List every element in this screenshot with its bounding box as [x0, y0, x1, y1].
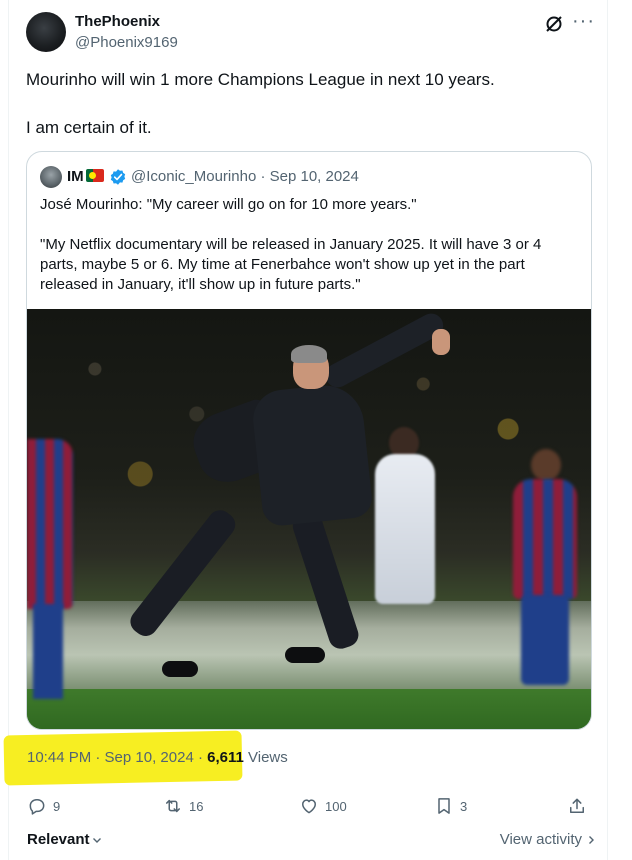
views-count: 6,611: [207, 749, 244, 766]
photo-player-barca-legs: [521, 595, 569, 685]
repost-count: 16: [189, 798, 204, 814]
photo-player-barca: [513, 479, 577, 599]
photo-runner-shoe: [162, 661, 198, 677]
verified-badge-icon: [110, 169, 126, 185]
quoted-paragraph: "My Netflix documentary will be released…: [40, 236, 546, 293]
action-bar: 9 16 100 3: [27, 796, 592, 820]
quoted-author-avatar: [40, 166, 62, 188]
photo-runner-hair: [291, 345, 327, 363]
photo-ad-board: [27, 601, 591, 691]
photo-player-barca-head: [531, 449, 561, 481]
portugal-flag-icon: [86, 169, 104, 182]
quoted-handle-date: @Iconic_Mourinho · Sep 10, 2024: [131, 168, 359, 185]
quoted-media-photo[interactable]: [27, 309, 591, 729]
views-label: Views: [243, 749, 288, 766]
quoted-tweet-card[interactable]: IM @Iconic_Mourinho · Sep 10, 2024 José …: [26, 151, 592, 730]
tweet-meta: 10:44 PM · Sep 10, 2024 · 6,611 Views: [27, 749, 288, 766]
bookmark-count: 3: [460, 798, 468, 814]
tweet-text: Mourinho will win 1 more Champions Leagu…: [26, 68, 586, 164]
tweet-paragraph: I am certain of it.: [26, 118, 152, 137]
photo-player-left: [27, 439, 73, 609]
sort-label: Relevant: [27, 831, 90, 848]
more-options-icon[interactable]: ···: [572, 11, 594, 34]
photo-runner-hand: [432, 329, 450, 355]
reply-icon: [29, 799, 45, 815]
grok-icon[interactable]: [544, 14, 564, 34]
repost-icon: [166, 799, 180, 813]
repost-button[interactable]: 16: [163, 796, 203, 816]
photo-player-white: [375, 454, 435, 604]
chevron-right-icon: [589, 835, 594, 844]
author-display-name[interactable]: ThePhoenix: [75, 13, 160, 30]
bookmark-icon: [438, 798, 450, 814]
like-button[interactable]: 100: [299, 796, 347, 816]
sort-replies-dropdown[interactable]: Relevant: [27, 831, 102, 848]
quoted-text: José Mourinho: "My career will go on for…: [40, 195, 580, 315]
author-handle[interactable]: @Phoenix9169: [75, 34, 178, 51]
photo-runner-shoe: [285, 647, 325, 663]
reply-count: 9: [53, 798, 61, 814]
quoted-author-name: IM: [67, 168, 84, 185]
quoted-paragraph: José Mourinho: "My career will go on for…: [40, 196, 417, 213]
share-icon: [570, 798, 584, 813]
author-avatar[interactable]: [26, 12, 66, 52]
photo-pitch: [27, 689, 591, 729]
view-activity-link[interactable]: View activity: [500, 831, 596, 848]
bookmark-button[interactable]: 3: [434, 796, 467, 816]
photo-runner-body: [250, 381, 374, 528]
heart-icon: [302, 799, 316, 814]
photo-player-left-legs: [33, 604, 63, 699]
view-activity-label: View activity: [499, 831, 582, 848]
share-button[interactable]: [567, 796, 587, 816]
reply-button[interactable]: 9: [27, 796, 60, 816]
chevron-down-icon: [92, 837, 101, 843]
tweet-paragraph: Mourinho will win 1 more Champions Leagu…: [26, 70, 495, 89]
tweet-timestamp[interactable]: 10:44 PM · Sep 10, 2024 ·: [27, 749, 207, 766]
like-count: 100: [325, 798, 347, 814]
